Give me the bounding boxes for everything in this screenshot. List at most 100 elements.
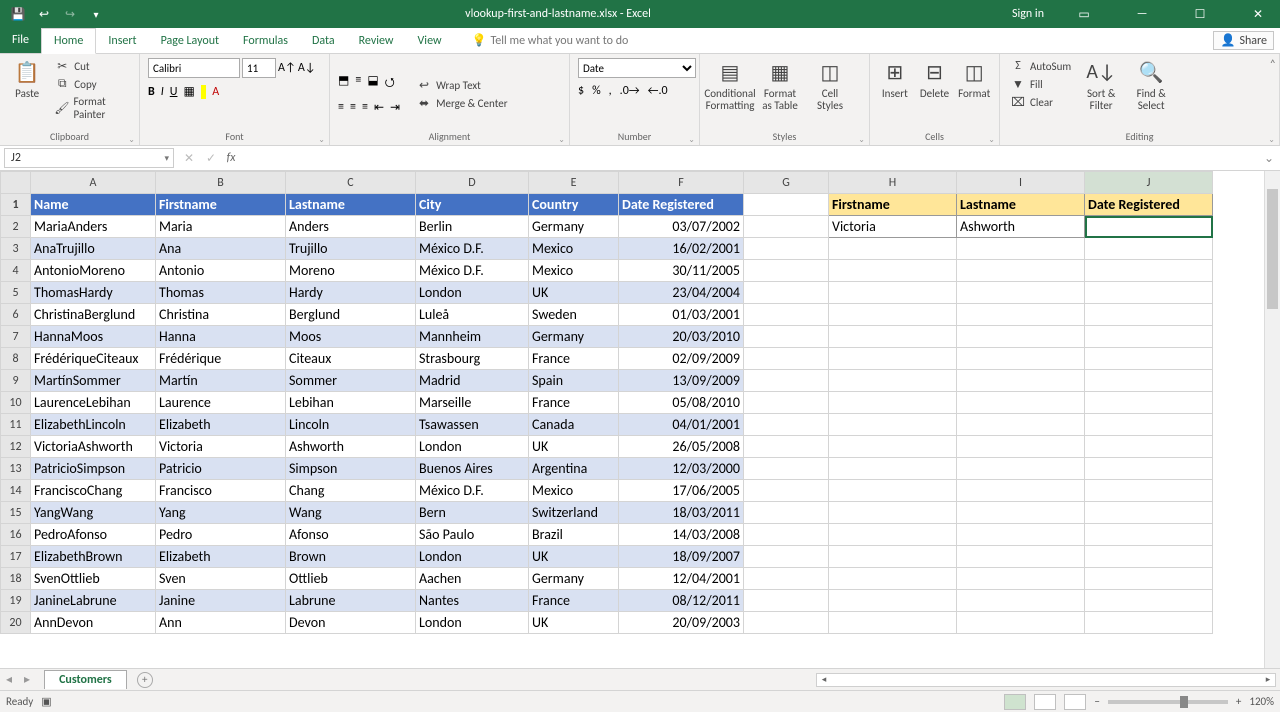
cell-H7[interactable] bbox=[829, 326, 957, 348]
cell-E8[interactable]: France bbox=[529, 348, 619, 370]
cell-D11[interactable]: Tsawassen bbox=[416, 414, 529, 436]
cell-H4[interactable] bbox=[829, 260, 957, 282]
format-cells-button[interactable]: ◫Format bbox=[957, 58, 991, 100]
cell-J18[interactable] bbox=[1085, 568, 1213, 590]
row-header-18[interactable]: 18 bbox=[1, 568, 31, 590]
row-header-1[interactable]: 1 bbox=[1, 194, 31, 216]
cell-J16[interactable] bbox=[1085, 524, 1213, 546]
cell-D20[interactable]: London bbox=[416, 612, 529, 634]
font-name-combo[interactable] bbox=[148, 58, 240, 78]
cell-D6[interactable]: Luleå bbox=[416, 304, 529, 326]
fill-button[interactable]: ▼Fill bbox=[1008, 76, 1073, 92]
row-header-16[interactable]: 16 bbox=[1, 524, 31, 546]
format-as-table-button[interactable]: ▦Format as Table bbox=[758, 58, 802, 112]
clear-button[interactable]: ⌧Clear bbox=[1008, 94, 1073, 110]
cell-A5[interactable]: ThomasHardy bbox=[31, 282, 156, 304]
cell-J12[interactable] bbox=[1085, 436, 1213, 458]
cell-C10[interactable]: Lebihan bbox=[286, 392, 416, 414]
cell-G5[interactable] bbox=[744, 282, 829, 304]
cell-C2[interactable]: Anders bbox=[286, 216, 416, 238]
cell-F19[interactable]: 08/12/2011 bbox=[619, 590, 744, 612]
cell-G1[interactable] bbox=[744, 194, 829, 216]
tab-home[interactable]: Home bbox=[41, 28, 96, 54]
cell-H9[interactable] bbox=[829, 370, 957, 392]
align-right-icon[interactable]: ≡ bbox=[362, 100, 368, 115]
bold-button[interactable]: B bbox=[148, 85, 155, 99]
cell-A19[interactable]: JanineLabrune bbox=[31, 590, 156, 612]
cell-E18[interactable]: Germany bbox=[529, 568, 619, 590]
cell-J17[interactable] bbox=[1085, 546, 1213, 568]
cell-H3[interactable] bbox=[829, 238, 957, 260]
cell-B3[interactable]: Ana bbox=[156, 238, 286, 260]
copy-button[interactable]: ⧉Copy bbox=[52, 76, 131, 92]
cell-G3[interactable] bbox=[744, 238, 829, 260]
cell-C16[interactable]: Afonso bbox=[286, 524, 416, 546]
cell-A9[interactable]: MartínSommer bbox=[31, 370, 156, 392]
cell-E20[interactable]: UK bbox=[529, 612, 619, 634]
name-box[interactable]: J2 bbox=[4, 148, 174, 168]
cell-J6[interactable] bbox=[1085, 304, 1213, 326]
align-top-icon[interactable]: ⬒ bbox=[338, 73, 349, 94]
indent-decrease-icon[interactable]: ⇤ bbox=[374, 100, 384, 115]
row-header-20[interactable]: 20 bbox=[1, 612, 31, 634]
expand-fbar-icon[interactable]: ⌄ bbox=[1258, 151, 1280, 166]
cell-B20[interactable]: Ann bbox=[156, 612, 286, 634]
col-header-G[interactable]: G bbox=[744, 172, 829, 194]
row-header-19[interactable]: 19 bbox=[1, 590, 31, 612]
cell-A1[interactable]: Name bbox=[31, 194, 156, 216]
cell-H18[interactable] bbox=[829, 568, 957, 590]
cell-G12[interactable] bbox=[744, 436, 829, 458]
cell-H15[interactable] bbox=[829, 502, 957, 524]
cell-F4[interactable]: 30/11/2005 bbox=[619, 260, 744, 282]
cell-J19[interactable] bbox=[1085, 590, 1213, 612]
merge-center-button[interactable]: ⬌Merge & Center bbox=[414, 95, 510, 111]
zoom-slider[interactable] bbox=[1108, 700, 1228, 704]
row-header-17[interactable]: 17 bbox=[1, 546, 31, 568]
row-header-5[interactable]: 5 bbox=[1, 282, 31, 304]
grid[interactable]: ABCDEFGHIJ1NameFirstnameLastnameCityCoun… bbox=[0, 171, 1280, 668]
cell-E2[interactable]: Germany bbox=[529, 216, 619, 238]
cell-C3[interactable]: Trujillo bbox=[286, 238, 416, 260]
cell-J5[interactable] bbox=[1085, 282, 1213, 304]
cell-C1[interactable]: Lastname bbox=[286, 194, 416, 216]
cell-F14[interactable]: 17/06/2005 bbox=[619, 480, 744, 502]
enter-icon[interactable]: ✓ bbox=[200, 151, 222, 166]
cell-E4[interactable]: Mexico bbox=[529, 260, 619, 282]
increase-decimals-icon[interactable]: .0→ bbox=[620, 84, 640, 98]
undo-icon[interactable]: ↩ bbox=[36, 6, 52, 22]
cell-B4[interactable]: Antonio bbox=[156, 260, 286, 282]
cell-G9[interactable] bbox=[744, 370, 829, 392]
cell-A10[interactable]: LaurenceLebihan bbox=[31, 392, 156, 414]
increase-font-icon[interactable]: A↑ bbox=[278, 61, 296, 75]
row-header-14[interactable]: 14 bbox=[1, 480, 31, 502]
col-header-C[interactable]: C bbox=[286, 172, 416, 194]
accounting-icon[interactable]: $ bbox=[578, 84, 584, 98]
cell-H16[interactable] bbox=[829, 524, 957, 546]
cell-F1[interactable]: Date Registered bbox=[619, 194, 744, 216]
cell-C4[interactable]: Moreno bbox=[286, 260, 416, 282]
cell-D16[interactable]: São Paulo bbox=[416, 524, 529, 546]
page-layout-view-button[interactable] bbox=[1034, 694, 1056, 710]
cell-C9[interactable]: Sommer bbox=[286, 370, 416, 392]
decrease-font-icon[interactable]: A↓ bbox=[298, 61, 316, 75]
cell-G15[interactable] bbox=[744, 502, 829, 524]
percent-icon[interactable]: % bbox=[592, 84, 601, 98]
orientation-icon[interactable]: ⭯ bbox=[385, 73, 395, 94]
cell-I10[interactable] bbox=[957, 392, 1085, 414]
normal-view-button[interactable] bbox=[1004, 694, 1026, 710]
cell-I6[interactable] bbox=[957, 304, 1085, 326]
cell-F3[interactable]: 16/02/2001 bbox=[619, 238, 744, 260]
align-bottom-icon[interactable]: ⬓ bbox=[367, 73, 378, 94]
cell-D12[interactable]: London bbox=[416, 436, 529, 458]
signin-link[interactable]: Sign in bbox=[1012, 7, 1044, 21]
cell-J1[interactable]: Date Registered bbox=[1085, 194, 1213, 216]
italic-button[interactable]: I bbox=[161, 85, 164, 99]
cell-B9[interactable]: Martín bbox=[156, 370, 286, 392]
cell-D17[interactable]: London bbox=[416, 546, 529, 568]
cell-F9[interactable]: 13/09/2009 bbox=[619, 370, 744, 392]
cell-I17[interactable] bbox=[957, 546, 1085, 568]
cell-F7[interactable]: 20/03/2010 bbox=[619, 326, 744, 348]
decrease-decimals-icon[interactable]: ←.0 bbox=[648, 84, 668, 98]
sheet-nav-prev-icon[interactable]: ◂ bbox=[0, 672, 18, 687]
cell-C17[interactable]: Brown bbox=[286, 546, 416, 568]
